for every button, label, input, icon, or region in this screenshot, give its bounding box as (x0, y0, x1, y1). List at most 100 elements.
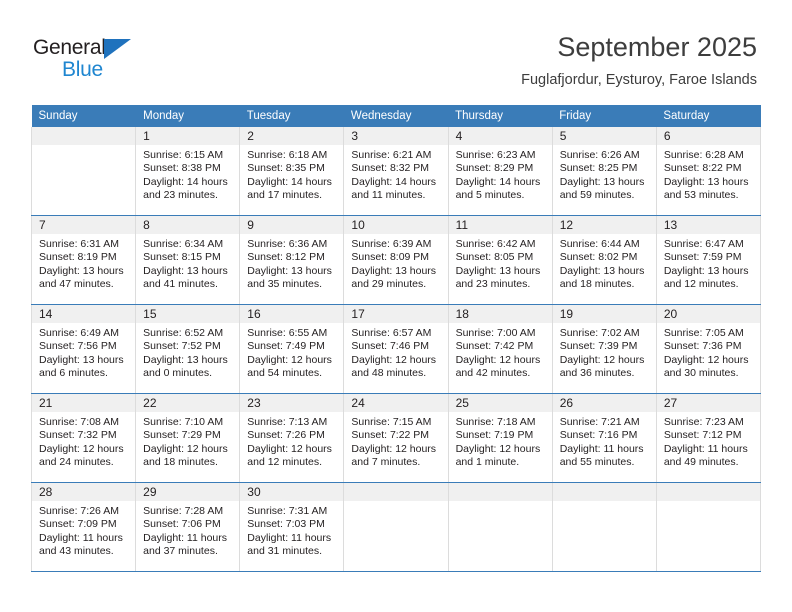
sunrise-text: Sunrise: 6:34 AM (143, 238, 224, 250)
day-cell[interactable] (551, 482, 657, 572)
day-number (344, 483, 448, 501)
sunrise-text: Sunrise: 6:31 AM (39, 238, 119, 250)
day-details: Sunrise: 7:05 AM Sunset: 7:36 PM Dayligh… (657, 323, 760, 381)
sunset-text: Sunset: 8:22 PM (663, 162, 742, 175)
weekday-header-friday: Friday (552, 105, 657, 127)
day-details: Sunrise: 7:26 AM Sunset: 7:09 PM Dayligh… (32, 501, 135, 559)
day-cell[interactable]: 1 Sunrise: 6:15 AM Sunset: 8:38 PM Dayli… (135, 127, 241, 216)
day-number (656, 483, 760, 501)
day-cell[interactable]: 7 Sunrise: 6:31 AM Sunset: 8:19 PM Dayli… (30, 215, 137, 305)
sunrise-text: Sunrise: 7:05 AM (663, 327, 744, 339)
daylight-text: Daylight: 12 hours and 54 minutes. (247, 353, 332, 380)
day-details: Sunrise: 6:34 AM Sunset: 8:15 PM Dayligh… (136, 234, 239, 292)
day-cell[interactable]: 29 Sunrise: 7:28 AM Sunset: 7:06 PM Dayl… (135, 482, 241, 572)
day-number: 23 (240, 394, 344, 412)
day-cell[interactable]: 14 Sunrise: 6:49 AM Sunset: 7:56 PM Dayl… (30, 304, 137, 394)
sunrise-text: Sunrise: 6:23 AM (455, 149, 536, 161)
day-cell[interactable]: 22 Sunrise: 7:10 AM Sunset: 7:29 PM Dayl… (135, 393, 241, 483)
day-cell[interactable]: 8 Sunrise: 6:34 AM Sunset: 8:15 PM Dayli… (135, 215, 241, 305)
day-number: 2 (240, 127, 344, 145)
logo-text-blue: Blue (62, 58, 103, 81)
day-cell[interactable]: 10 Sunrise: 6:39 AM Sunset: 8:09 PM Dayl… (343, 215, 449, 305)
sunset-text: Sunset: 7:36 PM (663, 340, 742, 353)
sunset-text: Sunset: 8:25 PM (559, 162, 638, 175)
day-details: Sunrise: 6:55 AM Sunset: 7:49 PM Dayligh… (240, 323, 343, 381)
day-cell[interactable]: 21 Sunrise: 7:08 AM Sunset: 7:32 PM Dayl… (30, 393, 137, 483)
calendar-week-row: 1 Sunrise: 6:15 AM Sunset: 8:38 PM Dayli… (30, 127, 762, 216)
day-number: 5 (552, 127, 656, 145)
day-cell[interactable]: 27 Sunrise: 7:23 AM Sunset: 7:12 PM Dayl… (655, 393, 762, 483)
day-number: 29 (136, 483, 240, 501)
day-details: Sunrise: 7:10 AM Sunset: 7:29 PM Dayligh… (136, 412, 239, 470)
day-cell[interactable]: 16 Sunrise: 6:55 AM Sunset: 7:49 PM Dayl… (239, 304, 345, 394)
calendar-body: 1 Sunrise: 6:15 AM Sunset: 8:38 PM Dayli… (30, 127, 762, 572)
sunset-text: Sunset: 7:09 PM (39, 518, 117, 531)
day-cell[interactable]: 13 Sunrise: 6:47 AM Sunset: 7:59 PM Dayl… (655, 215, 762, 305)
day-details: Sunrise: 7:23 AM Sunset: 7:12 PM Dayligh… (657, 412, 760, 470)
day-cell[interactable]: 15 Sunrise: 6:52 AM Sunset: 7:52 PM Dayl… (135, 304, 241, 394)
day-cell[interactable]: 12 Sunrise: 6:44 AM Sunset: 8:02 PM Dayl… (551, 215, 657, 305)
daylight-text: Daylight: 13 hours and 35 minutes. (247, 264, 332, 291)
sunset-text: Sunset: 7:06 PM (143, 518, 221, 531)
sunrise-text: Sunrise: 6:49 AM (39, 327, 119, 339)
day-number: 15 (136, 305, 240, 323)
daylight-text: Daylight: 12 hours and 7 minutes. (351, 442, 437, 469)
day-cell[interactable] (655, 482, 762, 572)
daylight-text: Daylight: 11 hours and 37 minutes. (143, 531, 227, 558)
daylight-text: Daylight: 11 hours and 43 minutes. (39, 531, 123, 558)
day-cell[interactable]: 19 Sunrise: 7:02 AM Sunset: 7:39 PM Dayl… (551, 304, 657, 394)
day-cell[interactable]: 25 Sunrise: 7:18 AM Sunset: 7:19 PM Dayl… (447, 393, 553, 483)
daylight-text: Daylight: 12 hours and 30 minutes. (663, 353, 749, 380)
day-number: 19 (552, 305, 656, 323)
day-cell[interactable] (343, 482, 449, 572)
day-cell[interactable]: 11 Sunrise: 6:42 AM Sunset: 8:05 PM Dayl… (447, 215, 553, 305)
sunrise-text: Sunrise: 6:21 AM (351, 149, 432, 161)
day-cell[interactable]: 3 Sunrise: 6:21 AM Sunset: 8:32 PM Dayli… (343, 127, 449, 216)
day-number: 18 (448, 305, 552, 323)
day-cell[interactable]: 24 Sunrise: 7:15 AM Sunset: 7:22 PM Dayl… (343, 393, 449, 483)
weekday-header-sunday: Sunday (31, 105, 137, 127)
day-number: 16 (240, 305, 344, 323)
sunrise-text: Sunrise: 7:28 AM (143, 505, 224, 517)
day-number: 10 (344, 216, 448, 234)
day-cell[interactable] (30, 127, 137, 216)
sunset-text: Sunset: 8:09 PM (351, 251, 430, 264)
sunrise-text: Sunrise: 6:28 AM (663, 149, 744, 161)
day-cell[interactable]: 5 Sunrise: 6:26 AM Sunset: 8:25 PM Dayli… (551, 127, 657, 216)
day-cell[interactable]: 30 Sunrise: 7:31 AM Sunset: 7:03 PM Dayl… (239, 482, 345, 572)
day-cell[interactable]: 20 Sunrise: 7:05 AM Sunset: 7:36 PM Dayl… (655, 304, 762, 394)
daylight-text: Daylight: 14 hours and 17 minutes. (247, 175, 332, 202)
daylight-text: Daylight: 13 hours and 29 minutes. (351, 264, 437, 291)
sunset-text: Sunset: 8:02 PM (559, 251, 638, 264)
sunrise-text: Sunrise: 6:15 AM (143, 149, 224, 161)
day-details: Sunrise: 7:08 AM Sunset: 7:32 PM Dayligh… (32, 412, 135, 470)
daylight-text: Daylight: 13 hours and 12 minutes. (663, 264, 749, 291)
daylight-text: Daylight: 13 hours and 0 minutes. (143, 353, 228, 380)
day-cell[interactable]: 23 Sunrise: 7:13 AM Sunset: 7:26 PM Dayl… (239, 393, 345, 483)
day-cell[interactable]: 2 Sunrise: 6:18 AM Sunset: 8:35 PM Dayli… (239, 127, 345, 216)
day-cell[interactable]: 9 Sunrise: 6:36 AM Sunset: 8:12 PM Dayli… (239, 215, 345, 305)
day-cell[interactable]: 28 Sunrise: 7:26 AM Sunset: 7:09 PM Dayl… (30, 482, 137, 572)
day-number: 26 (552, 394, 656, 412)
day-cell[interactable]: 26 Sunrise: 7:21 AM Sunset: 7:16 PM Dayl… (551, 393, 657, 483)
daylight-text: Daylight: 12 hours and 36 minutes. (559, 353, 645, 380)
day-number: 11 (448, 216, 552, 234)
day-details: Sunrise: 6:23 AM Sunset: 8:29 PM Dayligh… (449, 145, 552, 203)
sunrise-text: Sunrise: 7:02 AM (559, 327, 640, 339)
day-cell[interactable]: 4 Sunrise: 6:23 AM Sunset: 8:29 PM Dayli… (447, 127, 553, 216)
day-number: 8 (136, 216, 240, 234)
daylight-text: Daylight: 13 hours and 6 minutes. (39, 353, 124, 380)
day-details: Sunrise: 6:44 AM Sunset: 8:02 PM Dayligh… (553, 234, 656, 292)
calendar-page: General Blue September 2025 Fuglafjordur… (0, 0, 792, 612)
day-details (657, 501, 760, 505)
day-details: Sunrise: 7:18 AM Sunset: 7:19 PM Dayligh… (449, 412, 552, 470)
day-cell[interactable]: 18 Sunrise: 7:00 AM Sunset: 7:42 PM Dayl… (447, 304, 553, 394)
weekday-header-saturday: Saturday (656, 105, 761, 127)
sunset-text: Sunset: 7:52 PM (143, 340, 221, 353)
sunset-text: Sunset: 7:29 PM (143, 429, 221, 442)
day-cell[interactable]: 6 Sunrise: 6:28 AM Sunset: 8:22 PM Dayli… (655, 127, 762, 216)
day-cell[interactable]: 17 Sunrise: 6:57 AM Sunset: 7:46 PM Dayl… (343, 304, 449, 394)
day-details: Sunrise: 6:49 AM Sunset: 7:56 PM Dayligh… (32, 323, 135, 381)
day-number: 7 (32, 216, 136, 234)
day-cell[interactable] (447, 482, 553, 572)
